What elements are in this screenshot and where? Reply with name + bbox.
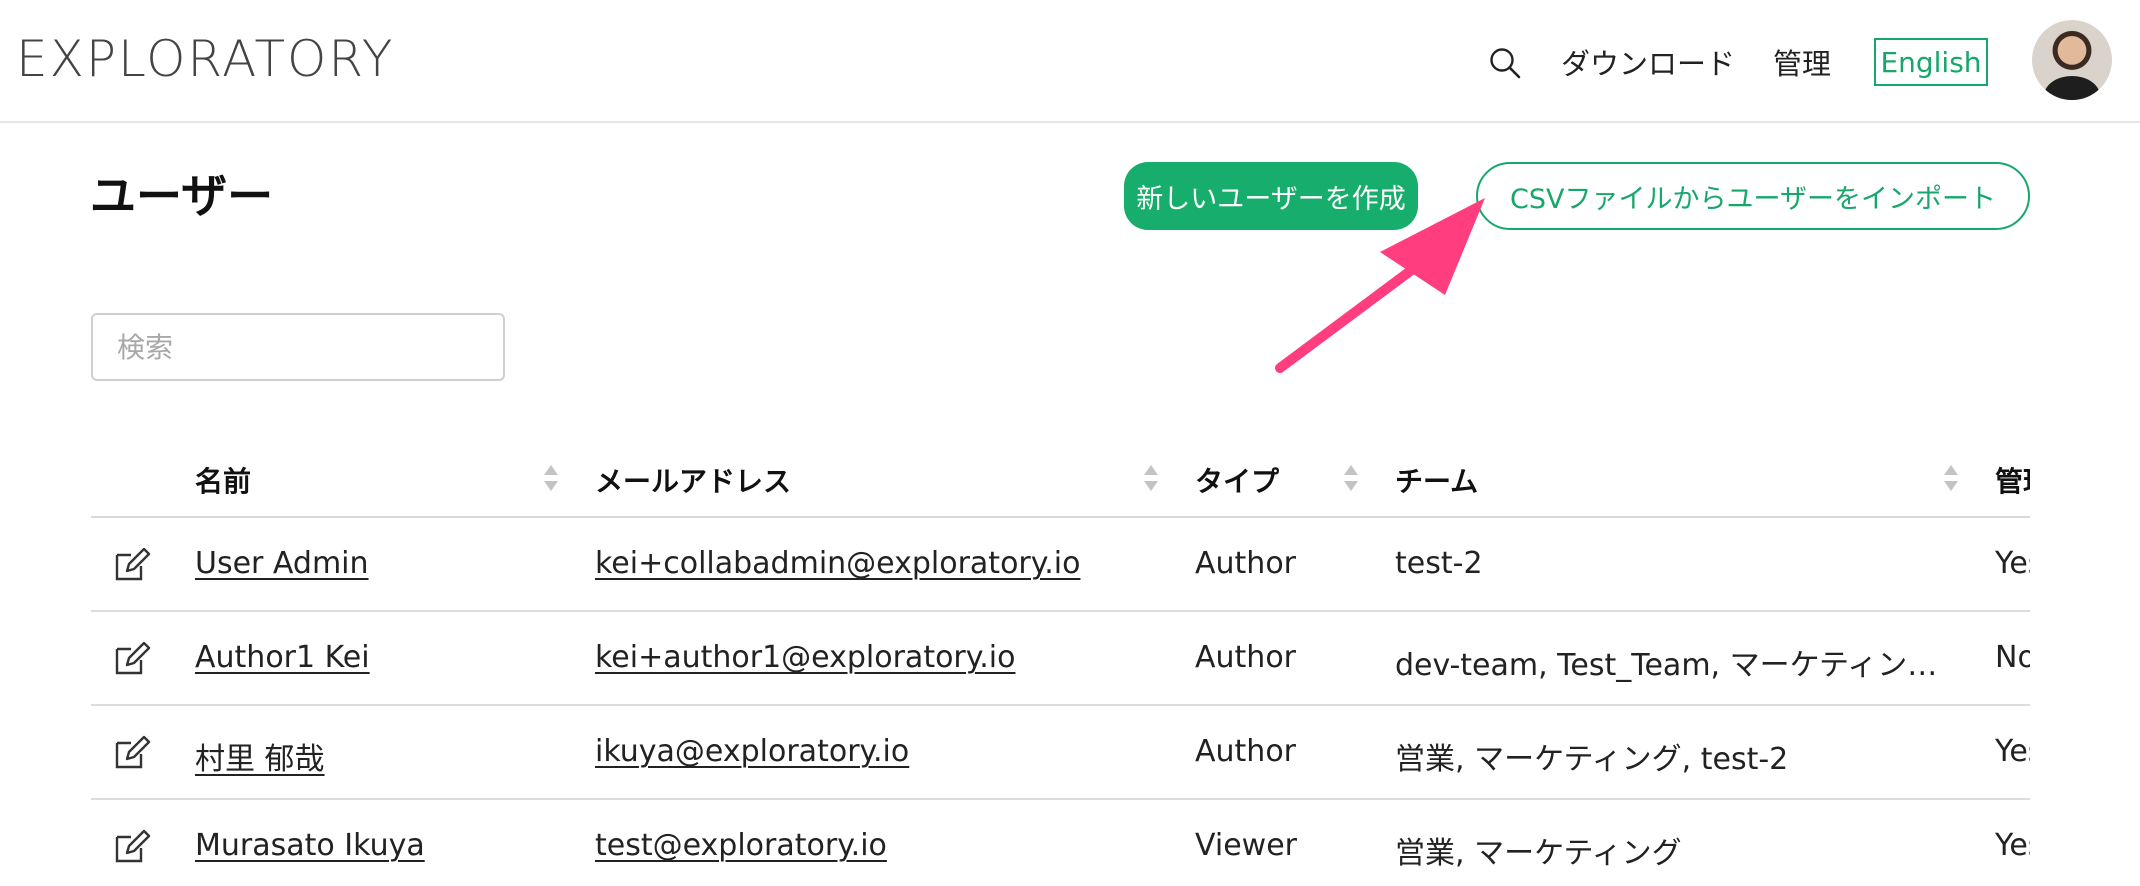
avatar-shirt [2044, 76, 2100, 100]
edit-icon[interactable] [113, 734, 151, 770]
sort-icon[interactable] [543, 463, 559, 493]
page-title: ユーザー [90, 169, 274, 223]
user-teams: 営業, マーケティング, test-2 [1395, 742, 1789, 777]
table-row: User Admin kei+collabadmin@exploratory.i… [91, 518, 2030, 612]
user-avatar[interactable] [2032, 20, 2112, 100]
column-header-email[interactable]: メールアドレス [595, 460, 791, 500]
table-row: Author1 Kei kei+author1@exploratory.io A… [91, 612, 2030, 706]
column-header-team[interactable]: チーム [1395, 460, 1478, 500]
language-toggle-button[interactable]: English [1874, 38, 1988, 86]
table-row: 村里 郁哉 ikuya@exploratory.io Author 営業, マー… [91, 706, 2030, 800]
app-logo[interactable]: EXPLORATORY [16, 30, 394, 88]
user-admin-flag: Yes [1995, 546, 2030, 581]
nav-admin-link[interactable]: 管理 [1773, 41, 1831, 83]
users-table: 名前 メールアドレス タイプ チーム 管理 User Admin kei+col… [91, 440, 2030, 886]
user-name-link[interactable]: Author1 Kei [195, 640, 370, 675]
top-header: EXPLORATORY ダウンロード 管理 English [0, 0, 2140, 123]
user-email-link[interactable]: kei+collabadmin@exploratory.io [595, 546, 1080, 581]
user-teams: test-2 [1395, 546, 1483, 581]
nav-download-link[interactable]: ダウンロード [1561, 41, 1735, 83]
column-header-admin[interactable]: 管理 [1995, 460, 2030, 500]
user-type: Viewer [1195, 828, 1297, 863]
sort-icon[interactable] [1343, 463, 1359, 493]
user-email-link[interactable]: test@exploratory.io [595, 828, 887, 863]
sort-icon[interactable] [1143, 463, 1159, 493]
annotation-arrow-icon [1275, 198, 1485, 373]
table-row: Murasato Ikuya test@exploratory.io Viewe… [91, 800, 2030, 886]
user-teams: 営業, マーケティング [1395, 836, 1682, 871]
user-name-link[interactable]: Murasato Ikuya [195, 828, 425, 863]
user-email-link[interactable]: ikuya@exploratory.io [595, 734, 909, 769]
user-type: Author [1195, 640, 1297, 675]
user-search-input[interactable] [91, 313, 505, 381]
import-csv-button[interactable]: CSVファイルからユーザーをインポート [1476, 162, 2030, 230]
edit-icon[interactable] [113, 546, 151, 582]
edit-icon[interactable] [113, 828, 151, 864]
edit-icon[interactable] [113, 640, 151, 676]
sort-icon[interactable] [1943, 463, 1959, 493]
user-admin-flag: Yes [1995, 734, 2030, 769]
table-header: 名前 メールアドレス タイプ チーム 管理 [91, 440, 2030, 518]
search-icon[interactable] [1488, 46, 1522, 80]
user-name-link[interactable]: 村里 郁哉 [195, 734, 325, 778]
user-teams: dev-team, Test_Team, マーケティング, 営業 [1395, 648, 1955, 683]
user-email-link[interactable]: kei+author1@exploratory.io [595, 640, 1015, 675]
column-header-name[interactable]: 名前 [195, 460, 251, 500]
user-name-link[interactable]: User Admin [195, 546, 369, 581]
column-header-type[interactable]: タイプ [1195, 460, 1279, 500]
user-type: Author [1195, 546, 1297, 581]
user-type: Author [1195, 734, 1297, 769]
user-admin-flag: Yes [1995, 828, 2030, 863]
user-admin-flag: No [1995, 640, 2030, 675]
